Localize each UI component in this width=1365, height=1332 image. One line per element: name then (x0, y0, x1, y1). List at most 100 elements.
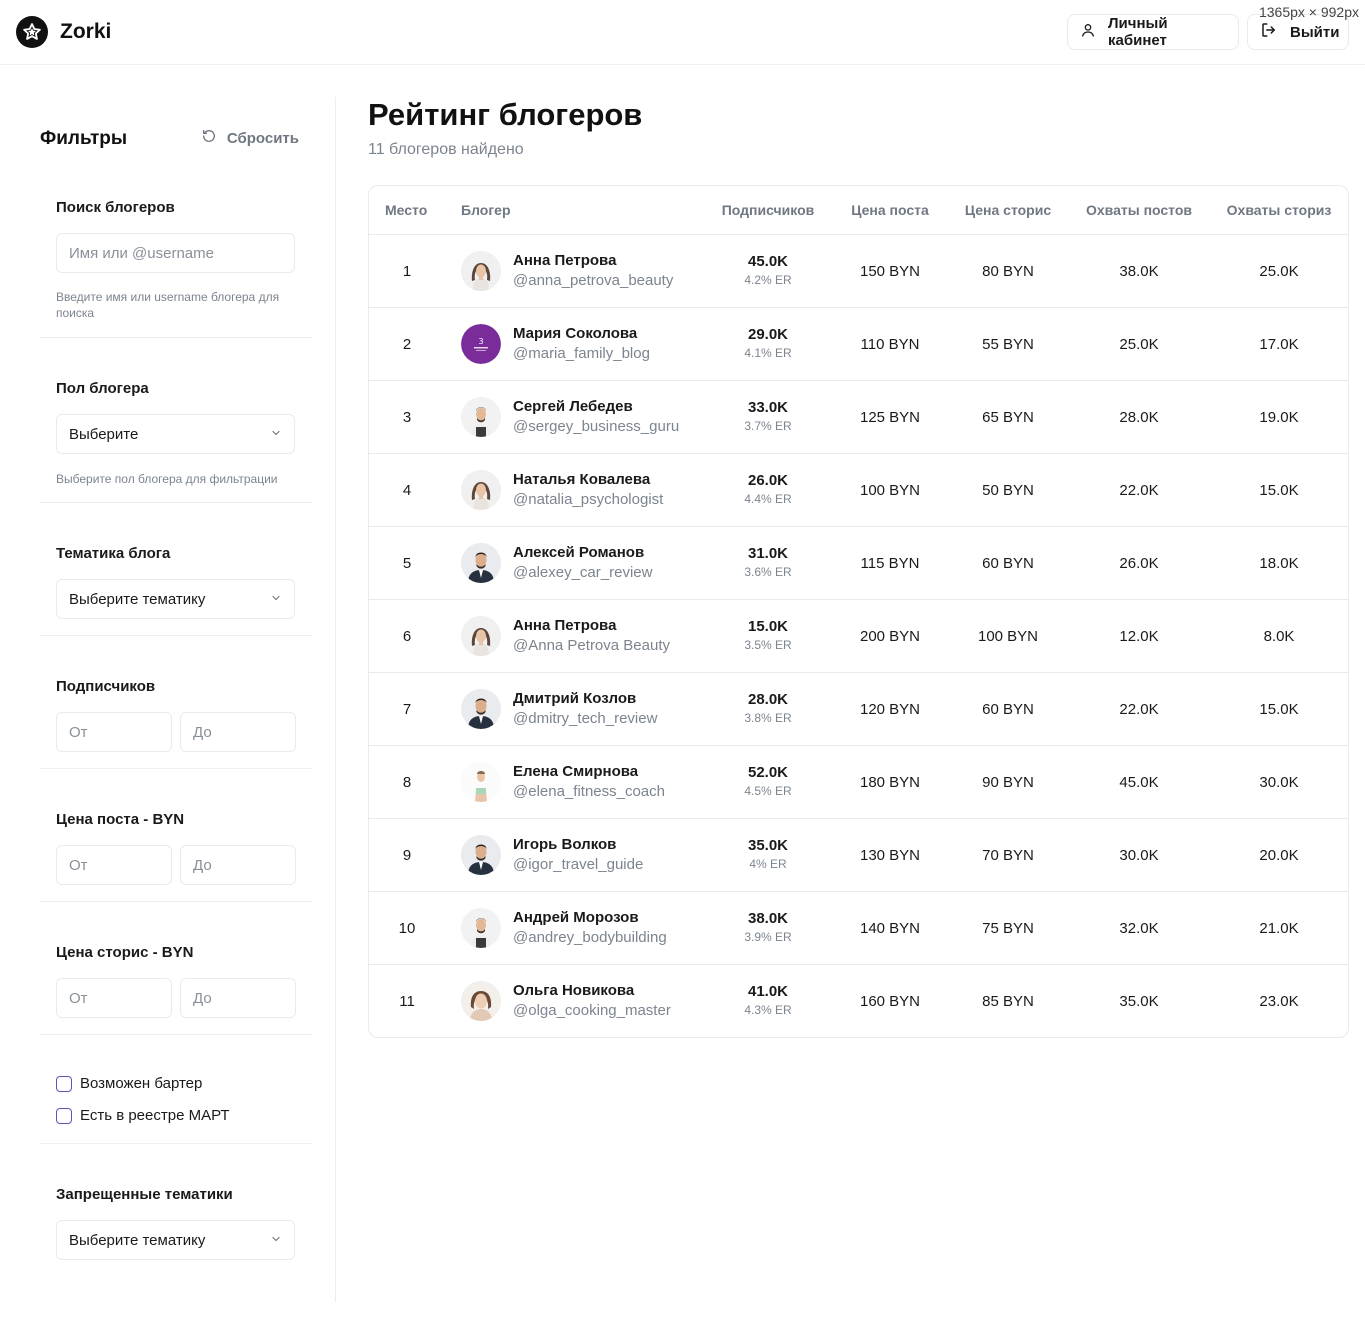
blogger-name[interactable]: Наталья Ковалева (513, 470, 663, 490)
blogger-username[interactable]: @natalia_psychologist (513, 490, 663, 510)
story-price-from-input[interactable]: От (56, 978, 172, 1018)
story-reach-value: 18.0K (1259, 554, 1299, 572)
column-header-post-price[interactable]: Цена поста (851, 202, 929, 218)
subscribers-value: 31.0K (747, 545, 789, 562)
table-row[interactable]: 8 Елена Смирнова @elena_fitness_coach 52.0K… (369, 746, 1348, 819)
barter-checkbox[interactable] (56, 1075, 72, 1092)
blogger-username[interactable]: @igor_travel_guide (513, 855, 643, 875)
search-input[interactable]: Имя или @username (56, 233, 295, 273)
table-row[interactable]: 4 Наталья Ковалева @natalia_psychologist 26… (369, 454, 1348, 527)
blogger-name[interactable]: Ольга Новикова (513, 981, 671, 1001)
registry-checkbox[interactable] (56, 1107, 72, 1124)
blogger-cell[interactable]: Наталья Ковалева @natalia_psychologist (461, 454, 663, 526)
place-value: 7 (402, 700, 412, 718)
blogger-cell[interactable]: Анна Петрова @anna_petrova_beauty (461, 235, 673, 307)
post-price-value: 130 BYN (859, 846, 921, 864)
blogger-username[interactable]: @elena_fitness_coach (513, 782, 665, 802)
table-row[interactable]: 9 Игорь Волков @igor_travel_guide 35.0K 4% E… (369, 819, 1348, 892)
blogger-username[interactable]: @anna_petrova_beauty (513, 271, 673, 291)
table-body: 1 Анна Петрова @anna_petrova_beauty 45.0K 4.… (369, 235, 1348, 1037)
column-header-story-price[interactable]: Цена сторис (965, 202, 1051, 218)
blogger-username[interactable]: @olga_cooking_master (513, 1001, 671, 1021)
blogger-name[interactable]: Дмитрий Козлов (513, 689, 657, 709)
column-header-post-reach[interactable]: Охваты постов (1086, 202, 1192, 218)
blogger-cell[interactable]: Андрей Морозов @andrey_bodybuilding (461, 892, 667, 964)
blogger-name[interactable]: Андрей Морозов (513, 908, 667, 928)
subscribers-from-input[interactable]: От (56, 712, 172, 752)
table-row[interactable]: 1 Анна Петрова @anna_petrova_beauty 45.0K 4.… (369, 235, 1348, 308)
avatar: 3 (461, 324, 501, 364)
subscribers-to-input[interactable]: До (180, 712, 296, 752)
engagement-rate: 4.5% ER (744, 784, 792, 798)
post-reach-cell: 45.0K (1119, 746, 1158, 818)
table-row[interactable]: 11 Ольга Новикова @olga_cooking_master 41.0… (369, 965, 1348, 1037)
blogger-username[interactable]: @Anna Petrova Beauty (513, 636, 670, 656)
column-header-place[interactable]: Место (385, 202, 427, 218)
barter-checkbox-row[interactable]: Возможен бартер (56, 1075, 202, 1092)
engagement-rate: 3.8% ER (744, 711, 792, 725)
blogger-cell[interactable]: Игорь Волков @igor_travel_guide (461, 819, 643, 891)
column-header-story-reach[interactable]: Охваты сториз (1227, 202, 1332, 218)
column-header-blogger[interactable]: Блогер (461, 202, 511, 218)
blogger-username[interactable]: @alexey_car_review (513, 563, 652, 583)
gender-select[interactable]: Выберите (56, 414, 295, 454)
column-header-subscribers[interactable]: Подписчиков (722, 202, 815, 218)
topic-select[interactable]: Выберите тематику (56, 579, 295, 619)
subscribers-cell: 41.0K 4.3% ER (744, 965, 791, 1037)
blogger-cell[interactable]: Дмитрий Козлов @dmitry_tech_review (461, 673, 657, 745)
table-row[interactable]: 7 Дмитрий Козлов @dmitry_tech_review 28.0K 3… (369, 673, 1348, 746)
table-row[interactable]: 5 Алексей Романов @alexey_car_review 31.0K 3… (369, 527, 1348, 600)
blogger-cell[interactable]: 3 Мария Соколова @maria_family_blog (461, 308, 650, 380)
blogger-name[interactable]: Мария Соколова (513, 324, 650, 344)
story-price-to-input[interactable]: До (180, 978, 296, 1018)
blogger-name[interactable]: Игорь Волков (513, 835, 643, 855)
story-reach-value: 15.0K (1259, 700, 1299, 718)
blogger-cell[interactable]: Сергей Лебедев @sergey_business_guru (461, 381, 679, 453)
avatar (461, 689, 501, 729)
table-row[interactable]: 6 Анна Петрова @Anna Petrova Beauty 15.0K 3.… (369, 600, 1348, 673)
refresh-icon (201, 128, 217, 148)
place-value: 4 (402, 481, 412, 499)
place-cell: 4 (403, 454, 411, 526)
table-row[interactable]: 3 Сергей Лебедев @sergey_business_guru 33.0… (369, 381, 1348, 454)
to-placeholder: До (193, 989, 212, 1007)
post-price-cell: 115 BYN (861, 527, 920, 599)
blogger-info: Игорь Волков @igor_travel_guide (513, 835, 643, 875)
table-row[interactable]: 2 3 Мария Соколова @maria_family_blog 29.0K 4… (369, 308, 1348, 381)
story-reach-value: 30.0K (1259, 773, 1299, 791)
blogger-name[interactable]: Сергей Лебедев (513, 397, 679, 417)
blogger-info: Алексей Романов @alexey_car_review (513, 543, 652, 583)
personal-cabinet-button[interactable]: Личный кабинет (1067, 14, 1239, 50)
reset-filters-button[interactable]: Сбросить (201, 128, 299, 148)
blogger-username[interactable]: @sergey_business_guru (513, 417, 679, 437)
blogger-cell[interactable]: Ольга Новикова @olga_cooking_master (461, 965, 671, 1037)
post-price-cell: 130 BYN (860, 819, 920, 891)
post-price-value: 110 BYN (860, 335, 920, 353)
blogger-username[interactable]: @andrey_bodybuilding (513, 928, 667, 948)
subscribers-value: 28.0K (747, 691, 789, 708)
place-cell: 2 (403, 308, 411, 380)
blogger-info: Сергей Лебедев @sergey_business_guru (513, 397, 679, 437)
from-placeholder: От (69, 989, 88, 1007)
blogger-name[interactable]: Анна Петрова (513, 616, 670, 636)
post-price-cell: 180 BYN (860, 746, 920, 818)
post-reach-cell: 25.0K (1119, 308, 1158, 380)
post-price-to-input[interactable]: До (180, 845, 296, 885)
table-row[interactable]: 10 Андрей Морозов @andrey_bodybuilding 38.0… (369, 892, 1348, 965)
story-price-cell: 50 BYN (982, 454, 1034, 526)
brand-logo[interactable]: Zorki (16, 16, 111, 48)
blogger-name[interactable]: Анна Петрова (513, 251, 673, 271)
registry-checkbox-row[interactable]: Есть в реестре МАРТ (56, 1107, 230, 1124)
forbidden-topics-select[interactable]: Выберите тематику (56, 1220, 295, 1260)
story-price-value: 70 BYN (982, 846, 1034, 864)
blogger-name[interactable]: Алексей Романов (513, 543, 652, 563)
post-price-from-input[interactable]: От (56, 845, 172, 885)
blogger-cell[interactable]: Алексей Романов @alexey_car_review (461, 527, 652, 599)
subscribers-cell: 15.0K 3.5% ER (744, 600, 791, 672)
brand-name: Zorki (60, 20, 112, 43)
blogger-username[interactable]: @maria_family_blog (513, 344, 650, 364)
blogger-cell[interactable]: Анна Петрова @Anna Petrova Beauty (461, 600, 670, 672)
blogger-cell[interactable]: Елена Смирнова @elena_fitness_coach (461, 746, 665, 818)
blogger-name[interactable]: Елена Смирнова (513, 762, 665, 782)
blogger-username[interactable]: @dmitry_tech_review (513, 709, 657, 729)
